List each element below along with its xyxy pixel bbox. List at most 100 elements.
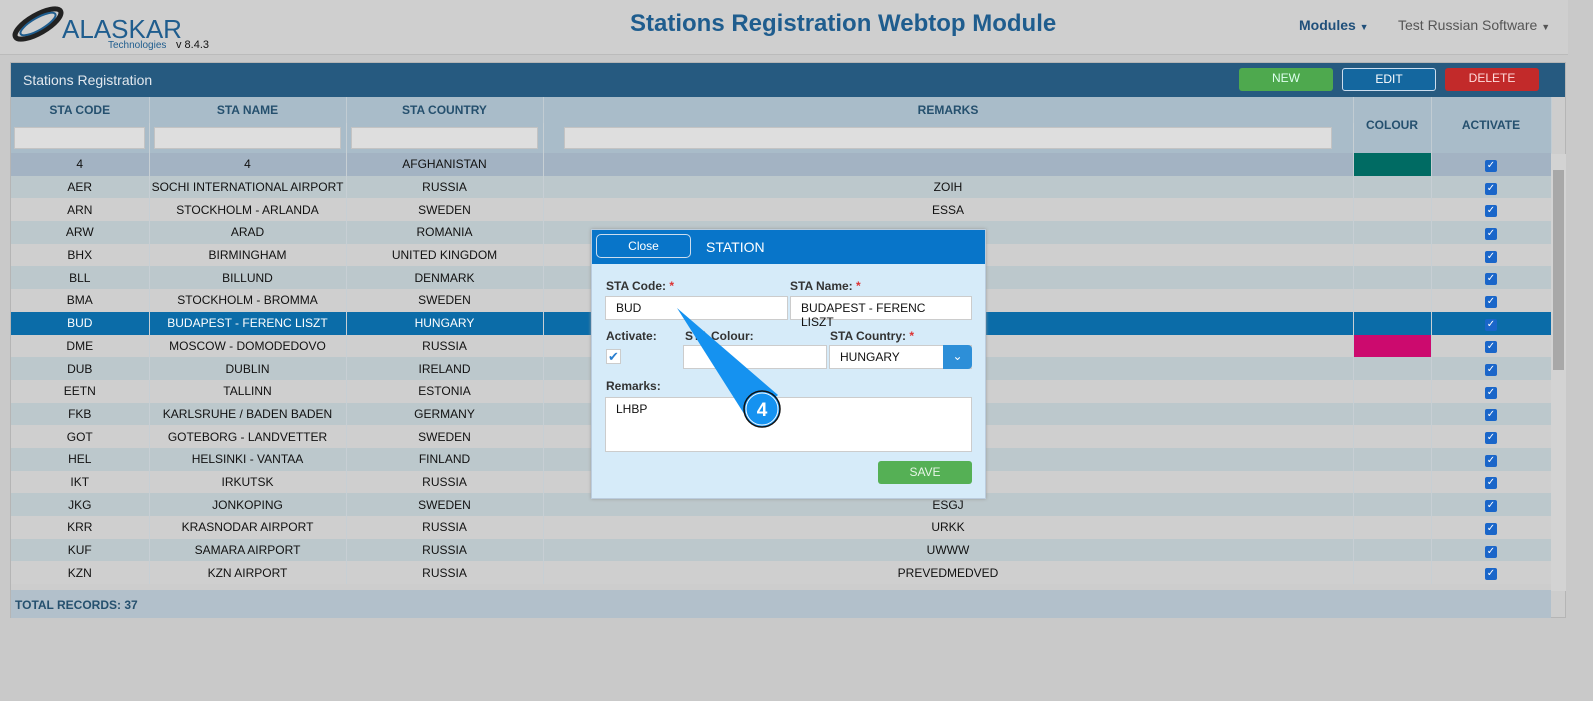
activate-checkbox[interactable]: ✓ xyxy=(1485,477,1497,490)
activate-checkbox[interactable]: ✓ xyxy=(1485,273,1497,286)
cell-country: AFGHANISTAN xyxy=(346,153,544,176)
edit-button[interactable]: EDIT xyxy=(1342,68,1436,91)
delete-button[interactable]: DELETE xyxy=(1445,68,1539,91)
activate-checkbox[interactable]: ✓ xyxy=(1485,522,1497,535)
cell-activate: ✓ xyxy=(1431,153,1552,176)
cell-activate: ✓ xyxy=(1431,425,1552,448)
cell-colour xyxy=(1353,153,1432,176)
vertical-scrollbar[interactable] xyxy=(1551,154,1566,591)
activate-checkbox[interactable]: ✓ xyxy=(1485,182,1497,195)
table-row[interactable]: 4 4 AFGHANISTAN ✓ xyxy=(11,153,1552,176)
new-button[interactable]: NEW xyxy=(1239,68,1333,91)
activate-label: Activate: xyxy=(606,329,657,343)
cell-remarks: UWWW xyxy=(543,538,1354,562)
cell-activate: ✓ xyxy=(1431,561,1552,585)
save-button[interactable]: SAVE xyxy=(878,461,972,484)
cell-country: SWEDEN xyxy=(346,425,544,448)
table-row[interactable]: KUF SAMARA AIRPORT RUSSIA UWWW ✓ xyxy=(11,538,1552,562)
activate-checkbox[interactable]: ✓ xyxy=(1485,227,1497,240)
filter-name[interactable] xyxy=(154,127,341,149)
activate-checkbox[interactable]: ✓ xyxy=(1485,454,1497,467)
cell-name: SOCHI INTERNATIONAL AIRPORT xyxy=(149,175,347,199)
activate-checkbox[interactable]: ✓ xyxy=(1485,159,1497,172)
activate-checkbox[interactable]: ✓ xyxy=(1485,250,1497,263)
cell-code: DME xyxy=(11,334,150,358)
sta-country-select[interactable]: HUNGARY ⌄ xyxy=(829,345,972,369)
cell-code: BHX xyxy=(11,243,150,267)
activate-checkbox[interactable]: ✓ xyxy=(1485,409,1497,422)
cell-country: RUSSIA xyxy=(346,561,544,585)
cell-colour xyxy=(1353,425,1432,448)
activate-checkbox[interactable]: ✓ xyxy=(1485,341,1497,354)
activate-checkbox[interactable]: ✓ xyxy=(1485,432,1497,445)
filter-country[interactable] xyxy=(351,127,538,149)
cell-name: GOTEBORG - LANDVETTER xyxy=(149,425,347,448)
cell-name: KZN AIRPORT xyxy=(149,561,347,585)
activate-checkbox[interactable]: ✓ xyxy=(1485,500,1497,513)
col-sta-country[interactable]: STA COUNTRY xyxy=(346,97,544,123)
col-sta-name[interactable]: STA NAME xyxy=(149,97,347,123)
col-colour[interactable]: COLOUR xyxy=(1353,97,1432,153)
cell-name: BIRMINGHAM xyxy=(149,243,347,267)
cell-name: STOCKHOLM - ARLANDA xyxy=(149,198,347,222)
user-menu[interactable]: Test Russian Software ▼ xyxy=(1398,17,1550,33)
cell-name: KRASNODAR AIRPORT xyxy=(149,516,347,539)
cell-code: AER xyxy=(11,175,150,199)
activate-checkbox[interactable]: ✓ xyxy=(1485,568,1497,581)
sta-colour-input[interactable] xyxy=(683,345,827,369)
cell-name: STOCKHOLM - BROMMA xyxy=(149,289,347,312)
cell-name: HELSINKI - VANTAA xyxy=(149,447,347,471)
scroll-thumb[interactable] xyxy=(1553,170,1564,370)
version: v 8.4.3 xyxy=(176,39,210,51)
cell-country: GERMANY xyxy=(346,402,544,426)
sta-name-input[interactable]: BUDAPEST - FERENC LISZT xyxy=(790,296,972,329)
activate-checkbox[interactable]: ✓ xyxy=(1485,295,1497,308)
cell-colour xyxy=(1353,357,1432,380)
chevron-down-icon[interactable]: ⌄ xyxy=(943,345,972,369)
cell-remarks xyxy=(543,153,1354,176)
activate-checkbox[interactable]: ✓ xyxy=(1485,318,1497,331)
cell-colour xyxy=(1353,311,1432,335)
cell-activate: ✓ xyxy=(1431,470,1552,494)
cell-name: 4 xyxy=(149,153,347,176)
cell-colour xyxy=(1353,516,1432,539)
remarks-label: Remarks: xyxy=(606,379,661,393)
cell-name: JONKOPING xyxy=(149,493,347,516)
activate-checkbox[interactable]: ✓ xyxy=(1485,386,1497,399)
cell-code: DUB xyxy=(11,357,150,380)
col-sta-code[interactable]: STA CODE xyxy=(11,97,150,123)
caret-down-icon: ▼ xyxy=(1541,22,1551,32)
table-row[interactable]: ARN STOCKHOLM - ARLANDA SWEDEN ESSA ✓ xyxy=(11,198,1552,222)
activate-checkbox[interactable]: ✓ xyxy=(1485,205,1497,218)
cell-colour xyxy=(1353,175,1432,199)
activate-checkbox[interactable]: ✓ xyxy=(1485,545,1497,558)
table-row[interactable]: AER SOCHI INTERNATIONAL AIRPORT RUSSIA ZOIH… xyxy=(11,175,1552,199)
modules-menu[interactable]: Modules ▼ xyxy=(1299,17,1369,33)
col-remarks[interactable]: REMARKS xyxy=(543,97,1354,123)
table-row[interactable]: KZN KZN AIRPORT RUSSIA PREVEDMEDVED ✓ xyxy=(11,561,1552,585)
table-row[interactable]: KRR KRASNODAR AIRPORT RUSSIA URKK ✓ xyxy=(11,516,1552,539)
cell-activate: ✓ xyxy=(1431,266,1552,290)
cell-activate: ✓ xyxy=(1431,402,1552,426)
cell-activate: ✓ xyxy=(1431,447,1552,471)
station-dialog: Close STATION STA Code: * STA Name: * BU… xyxy=(591,229,986,499)
filter-code[interactable] xyxy=(14,127,146,149)
close-button[interactable]: Close xyxy=(596,234,691,258)
sta-code-input[interactable]: BUD xyxy=(605,296,788,320)
cell-name: TALLINN xyxy=(149,379,347,403)
code-label: STA Code: xyxy=(606,279,666,293)
cell-code: BMA xyxy=(11,289,150,312)
cell-remarks: PREVEDMEDVED xyxy=(543,561,1354,585)
col-activate[interactable]: ACTIVATE xyxy=(1431,97,1552,153)
remarks-textarea[interactable]: LHBP xyxy=(605,397,972,452)
required-mark: * xyxy=(909,329,915,343)
activate-checkbox[interactable]: ✓ xyxy=(1485,364,1497,377)
cell-colour xyxy=(1353,266,1432,290)
cell-colour xyxy=(1353,198,1432,222)
activate-checkbox[interactable]: ✔ xyxy=(606,349,621,364)
cell-country: HUNGARY xyxy=(346,311,544,335)
filter-remarks[interactable] xyxy=(563,127,1333,149)
cell-activate: ✓ xyxy=(1431,379,1552,403)
cell-country: RUSSIA xyxy=(346,334,544,358)
cell-code: ARW xyxy=(11,221,150,244)
